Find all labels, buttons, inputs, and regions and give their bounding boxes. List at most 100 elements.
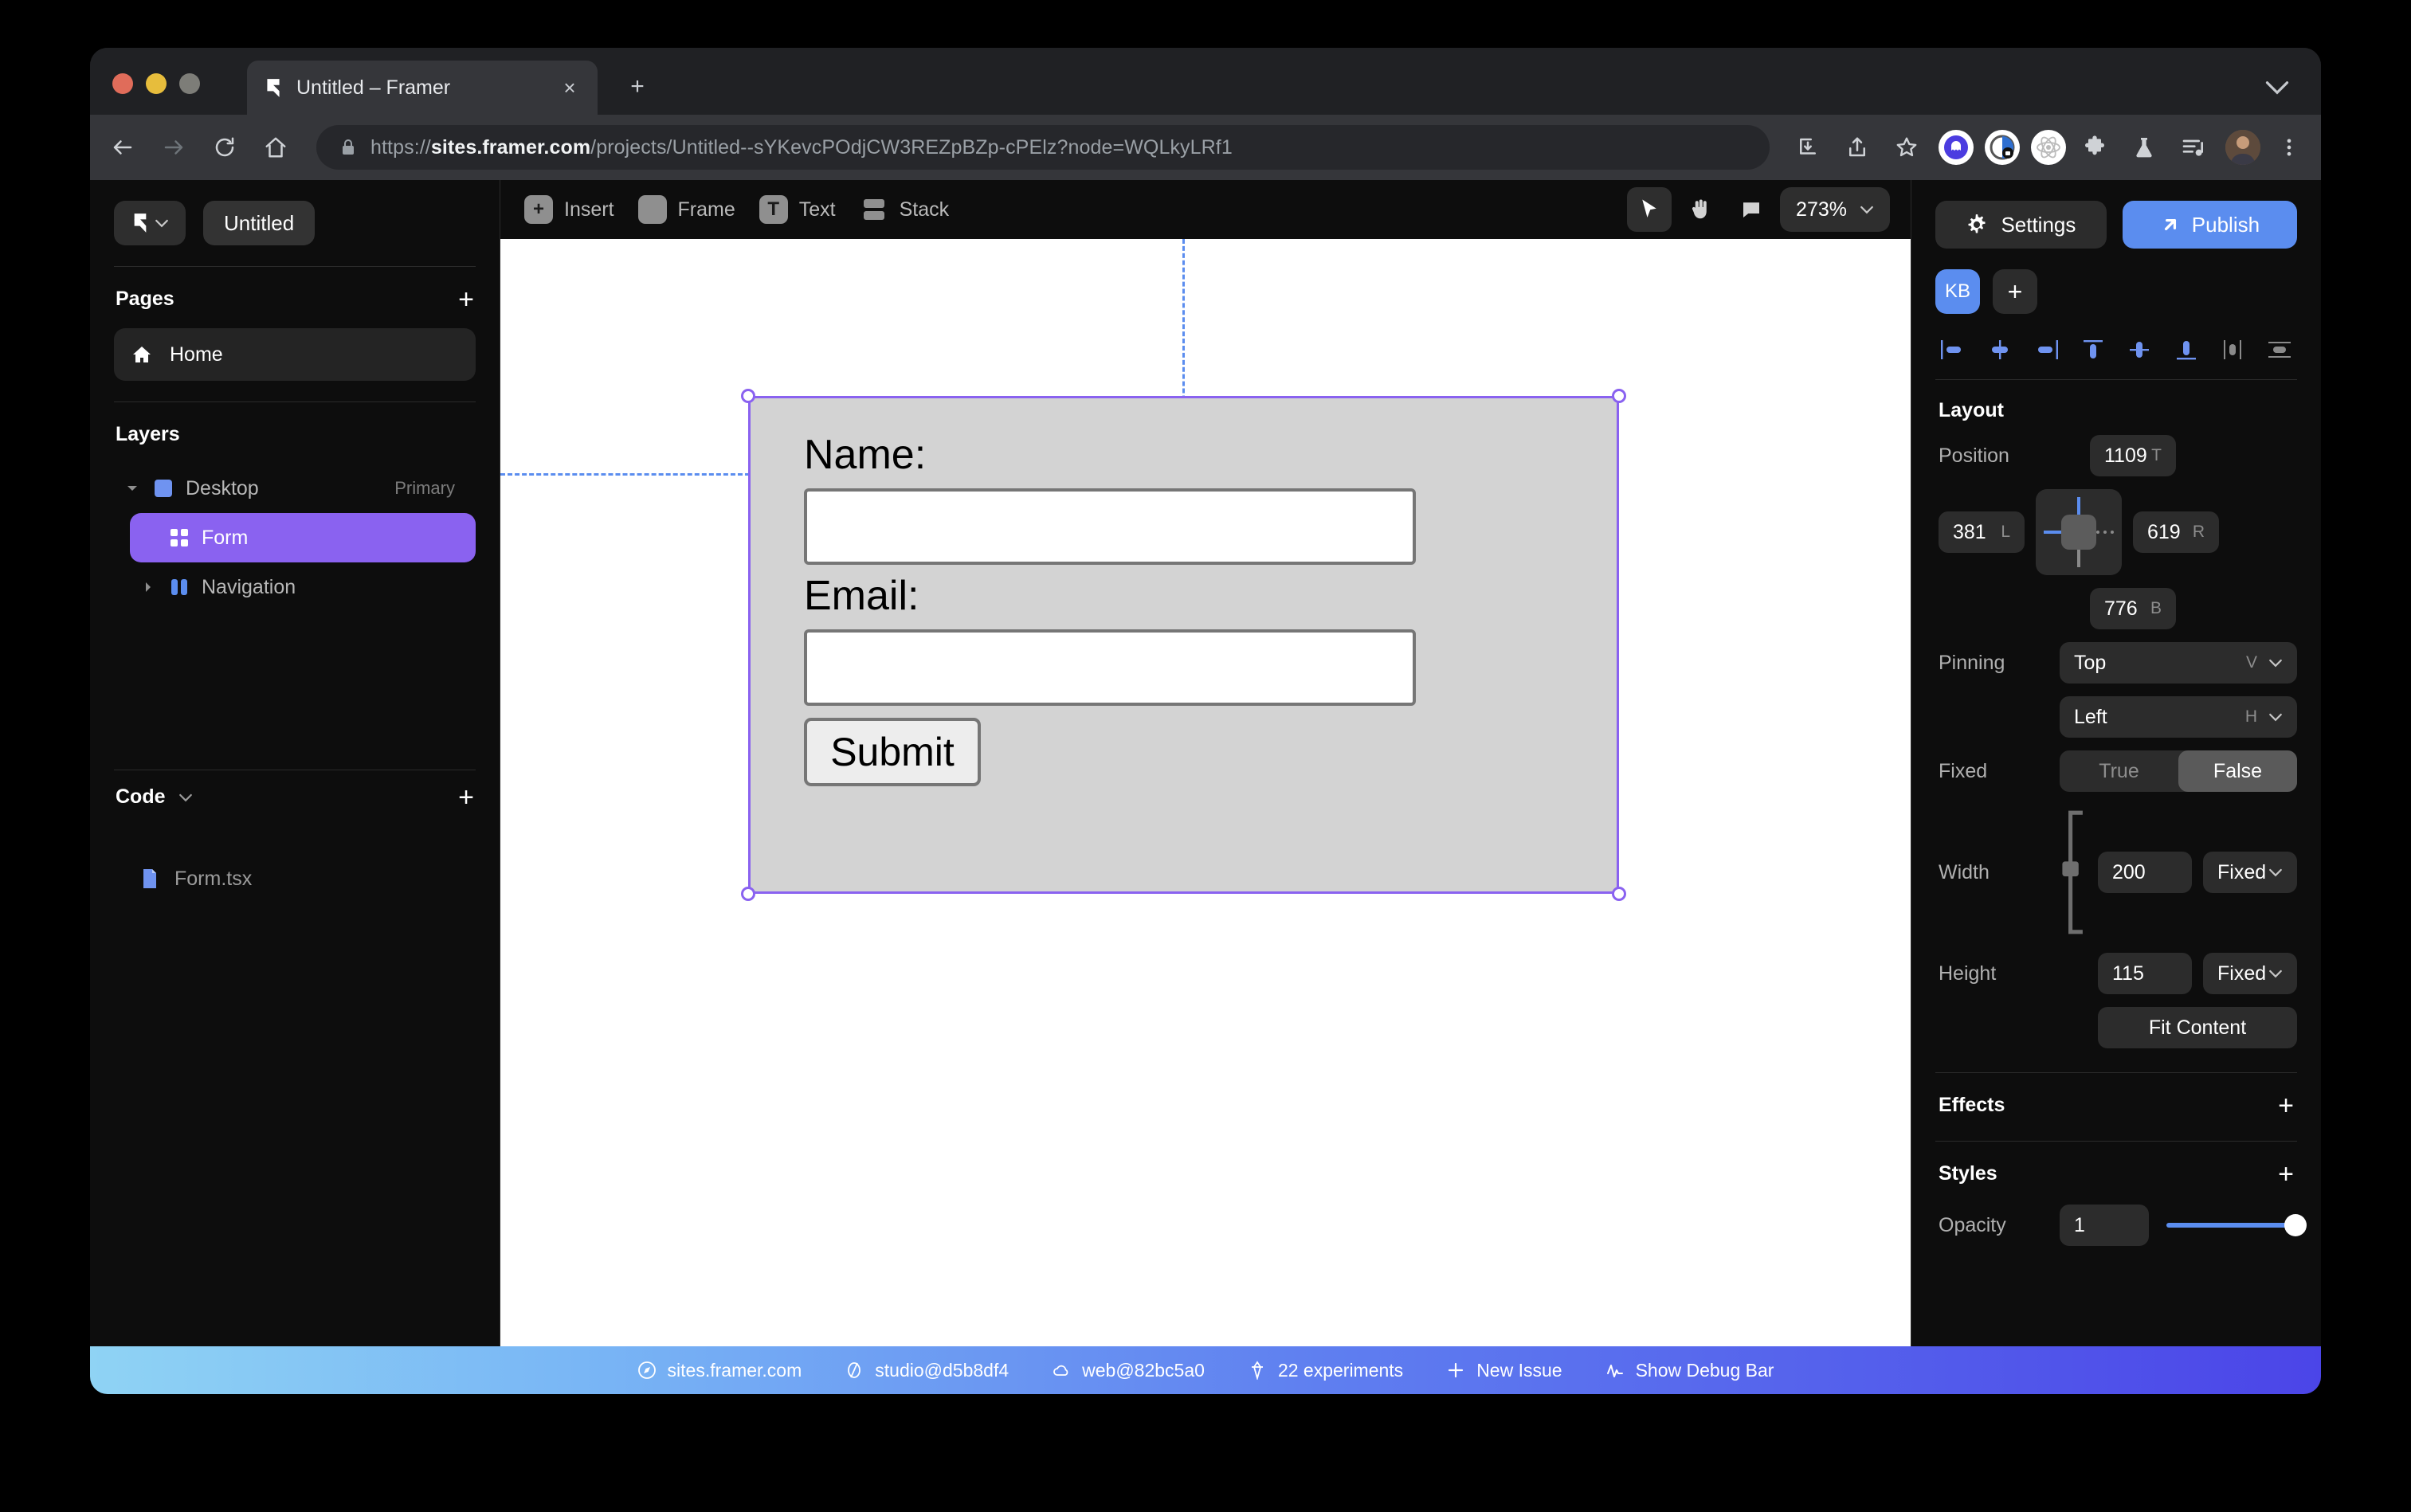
chevron-expanded-icon[interactable] [123, 480, 141, 497]
code-file-row[interactable]: Form.tsx [114, 856, 476, 902]
react-devtools-icon[interactable] [2031, 130, 2066, 165]
stack-tool[interactable]: Stack [860, 195, 949, 224]
debug-item-site[interactable]: sites.framer.com [637, 1360, 802, 1381]
name-input[interactable] [804, 488, 1416, 565]
chevron-down-icon [2269, 659, 2282, 668]
chevron-collapsed-icon[interactable] [139, 578, 157, 596]
layer-row-desktop[interactable]: Desktop Primary [114, 464, 476, 513]
pin-arm-top[interactable] [2077, 497, 2080, 515]
layer-row-navigation[interactable]: Navigation [130, 562, 476, 612]
download-icon[interactable] [1790, 130, 1825, 165]
settings-button[interactable]: Settings [1935, 201, 2107, 249]
chevron-down-icon[interactable] [2265, 80, 2289, 96]
alignment-toolbar [1911, 314, 2321, 362]
forward-icon[interactable] [155, 129, 192, 166]
add-effect-button[interactable]: + [2278, 1092, 2294, 1119]
pinning-vertical-select[interactable]: Top V [2060, 642, 2297, 684]
align-top-icon[interactable] [2079, 338, 2107, 362]
distribute-horizontal-icon[interactable] [2218, 338, 2247, 362]
hand-pan-icon[interactable] [1678, 187, 1723, 232]
pin-arm-right[interactable] [2096, 531, 2114, 534]
add-style-button[interactable]: + [2278, 1161, 2294, 1188]
width-mode-select[interactable]: Fixed [2203, 852, 2297, 893]
sidebar-item-home[interactable]: Home [114, 328, 476, 381]
user-avatar[interactable] [2225, 130, 2260, 165]
window-close-button[interactable] [112, 73, 133, 94]
chevron-down-icon [2269, 713, 2282, 722]
debug-item-web[interactable]: web@82bc5a0 [1052, 1360, 1205, 1381]
fit-content-button[interactable]: Fit Content [2098, 1007, 2297, 1048]
canvas-area: + Insert Frame T Text Stack 273% Name: E… [500, 180, 1911, 1394]
browser-tab[interactable]: Untitled – Framer × [247, 61, 598, 115]
opacity-value-field[interactable]: 1 [2060, 1205, 2149, 1246]
new-tab-button[interactable]: + [624, 75, 651, 102]
pinning-horizontal-select[interactable]: Left H [2060, 696, 2297, 738]
distribute-vertical-icon[interactable] [2265, 338, 2294, 362]
align-left-icon[interactable] [1939, 338, 1967, 362]
right-panel: Settings Publish KB + Layout Position 11… [1911, 180, 2321, 1394]
back-icon[interactable] [104, 129, 141, 166]
form-component[interactable]: Name: Email: Submit [748, 396, 1619, 894]
frame-tool[interactable]: Frame [637, 195, 735, 224]
width-value-field[interactable]: 200 [2098, 852, 2192, 893]
window-maximize-button[interactable] [179, 73, 200, 94]
home-icon[interactable] [257, 129, 294, 166]
fixed-true-button[interactable]: True [2060, 750, 2178, 792]
flask-experiments-icon[interactable] [2127, 130, 2162, 165]
position-right-field[interactable]: 619 R [2133, 511, 2219, 553]
align-bottom-icon[interactable] [2172, 338, 2201, 362]
ghost-extension-icon[interactable] [1939, 130, 1974, 165]
layer-row-form[interactable]: Form [130, 513, 476, 562]
align-right-icon[interactable] [2032, 338, 2060, 362]
align-center-vertical-icon[interactable] [2125, 338, 2154, 362]
pin-widget[interactable] [2036, 489, 2122, 575]
add-collaborator-button[interactable]: + [1993, 269, 2037, 314]
debug-item-show-debug-bar[interactable]: Show Debug Bar [1605, 1360, 1774, 1381]
text-tool[interactable]: T Text [759, 195, 836, 224]
align-center-horizontal-icon[interactable] [1986, 338, 2014, 362]
position-bottom-value: 776 [2104, 597, 2138, 620]
debug-item-experiments[interactable]: 22 experiments [1248, 1360, 1403, 1381]
reading-list-icon[interactable] [2176, 130, 2211, 165]
add-code-file-button[interactable]: + [458, 784, 474, 811]
chevron-down-icon[interactable] [178, 793, 193, 802]
zoom-level-button[interactable]: 273% [1780, 187, 1890, 232]
comment-bubble-icon[interactable] [1729, 187, 1774, 232]
avatar[interactable]: KB [1935, 269, 1980, 314]
position-top-field[interactable]: 1109 T [2090, 435, 2176, 476]
design-canvas[interactable]: Name: Email: Submit [500, 239, 1911, 1394]
lock-timer-extension-icon[interactable] [1985, 130, 2020, 165]
position-left-field[interactable]: 381 L [1939, 511, 2025, 553]
cursor-arrow-icon[interactable] [1627, 187, 1672, 232]
reload-icon[interactable] [206, 129, 243, 166]
pin-arm-bottom[interactable] [2077, 550, 2080, 567]
insert-tool[interactable]: + Insert [524, 195, 614, 224]
fixed-false-button[interactable]: False [2178, 750, 2297, 792]
height-mode-select[interactable]: Fixed [2203, 953, 2297, 994]
close-icon[interactable]: × [558, 76, 582, 100]
email-input[interactable] [804, 629, 1416, 706]
framer-menu-button[interactable] [114, 201, 186, 245]
position-bottom-field[interactable]: 776 B [2090, 588, 2176, 629]
submit-button[interactable]: Submit [804, 718, 981, 786]
project-name[interactable]: Untitled [203, 201, 316, 245]
opacity-slider-knob[interactable] [2284, 1214, 2307, 1236]
pin-arm-left[interactable] [2044, 531, 2061, 534]
publish-label: Publish [2191, 212, 2260, 237]
styles-section-header: Styles + [1911, 1142, 2321, 1188]
pulse-icon [1606, 1365, 1623, 1377]
debug-item-new-issue[interactable]: New Issue [1446, 1360, 1562, 1381]
add-page-button[interactable]: + [458, 286, 474, 313]
chevron-down-icon [155, 219, 168, 228]
three-dot-menu-icon[interactable] [2272, 130, 2307, 165]
window-minimize-button[interactable] [146, 73, 167, 94]
bookmark-star-icon[interactable] [1889, 130, 1924, 165]
address-bar[interactable]: https://sites.framer.com/projects/Untitl… [316, 125, 1770, 170]
height-value-field[interactable]: 115 [2098, 953, 2192, 994]
share-icon[interactable] [1840, 130, 1875, 165]
debug-item-studio[interactable]: studio@d5b8df4 [845, 1360, 1009, 1381]
aspect-lock-icon[interactable] [2060, 805, 2087, 940]
puzzle-extensions-icon[interactable] [2077, 130, 2112, 165]
publish-button[interactable]: Publish [2122, 201, 2297, 249]
opacity-slider[interactable] [2166, 1214, 2307, 1236]
